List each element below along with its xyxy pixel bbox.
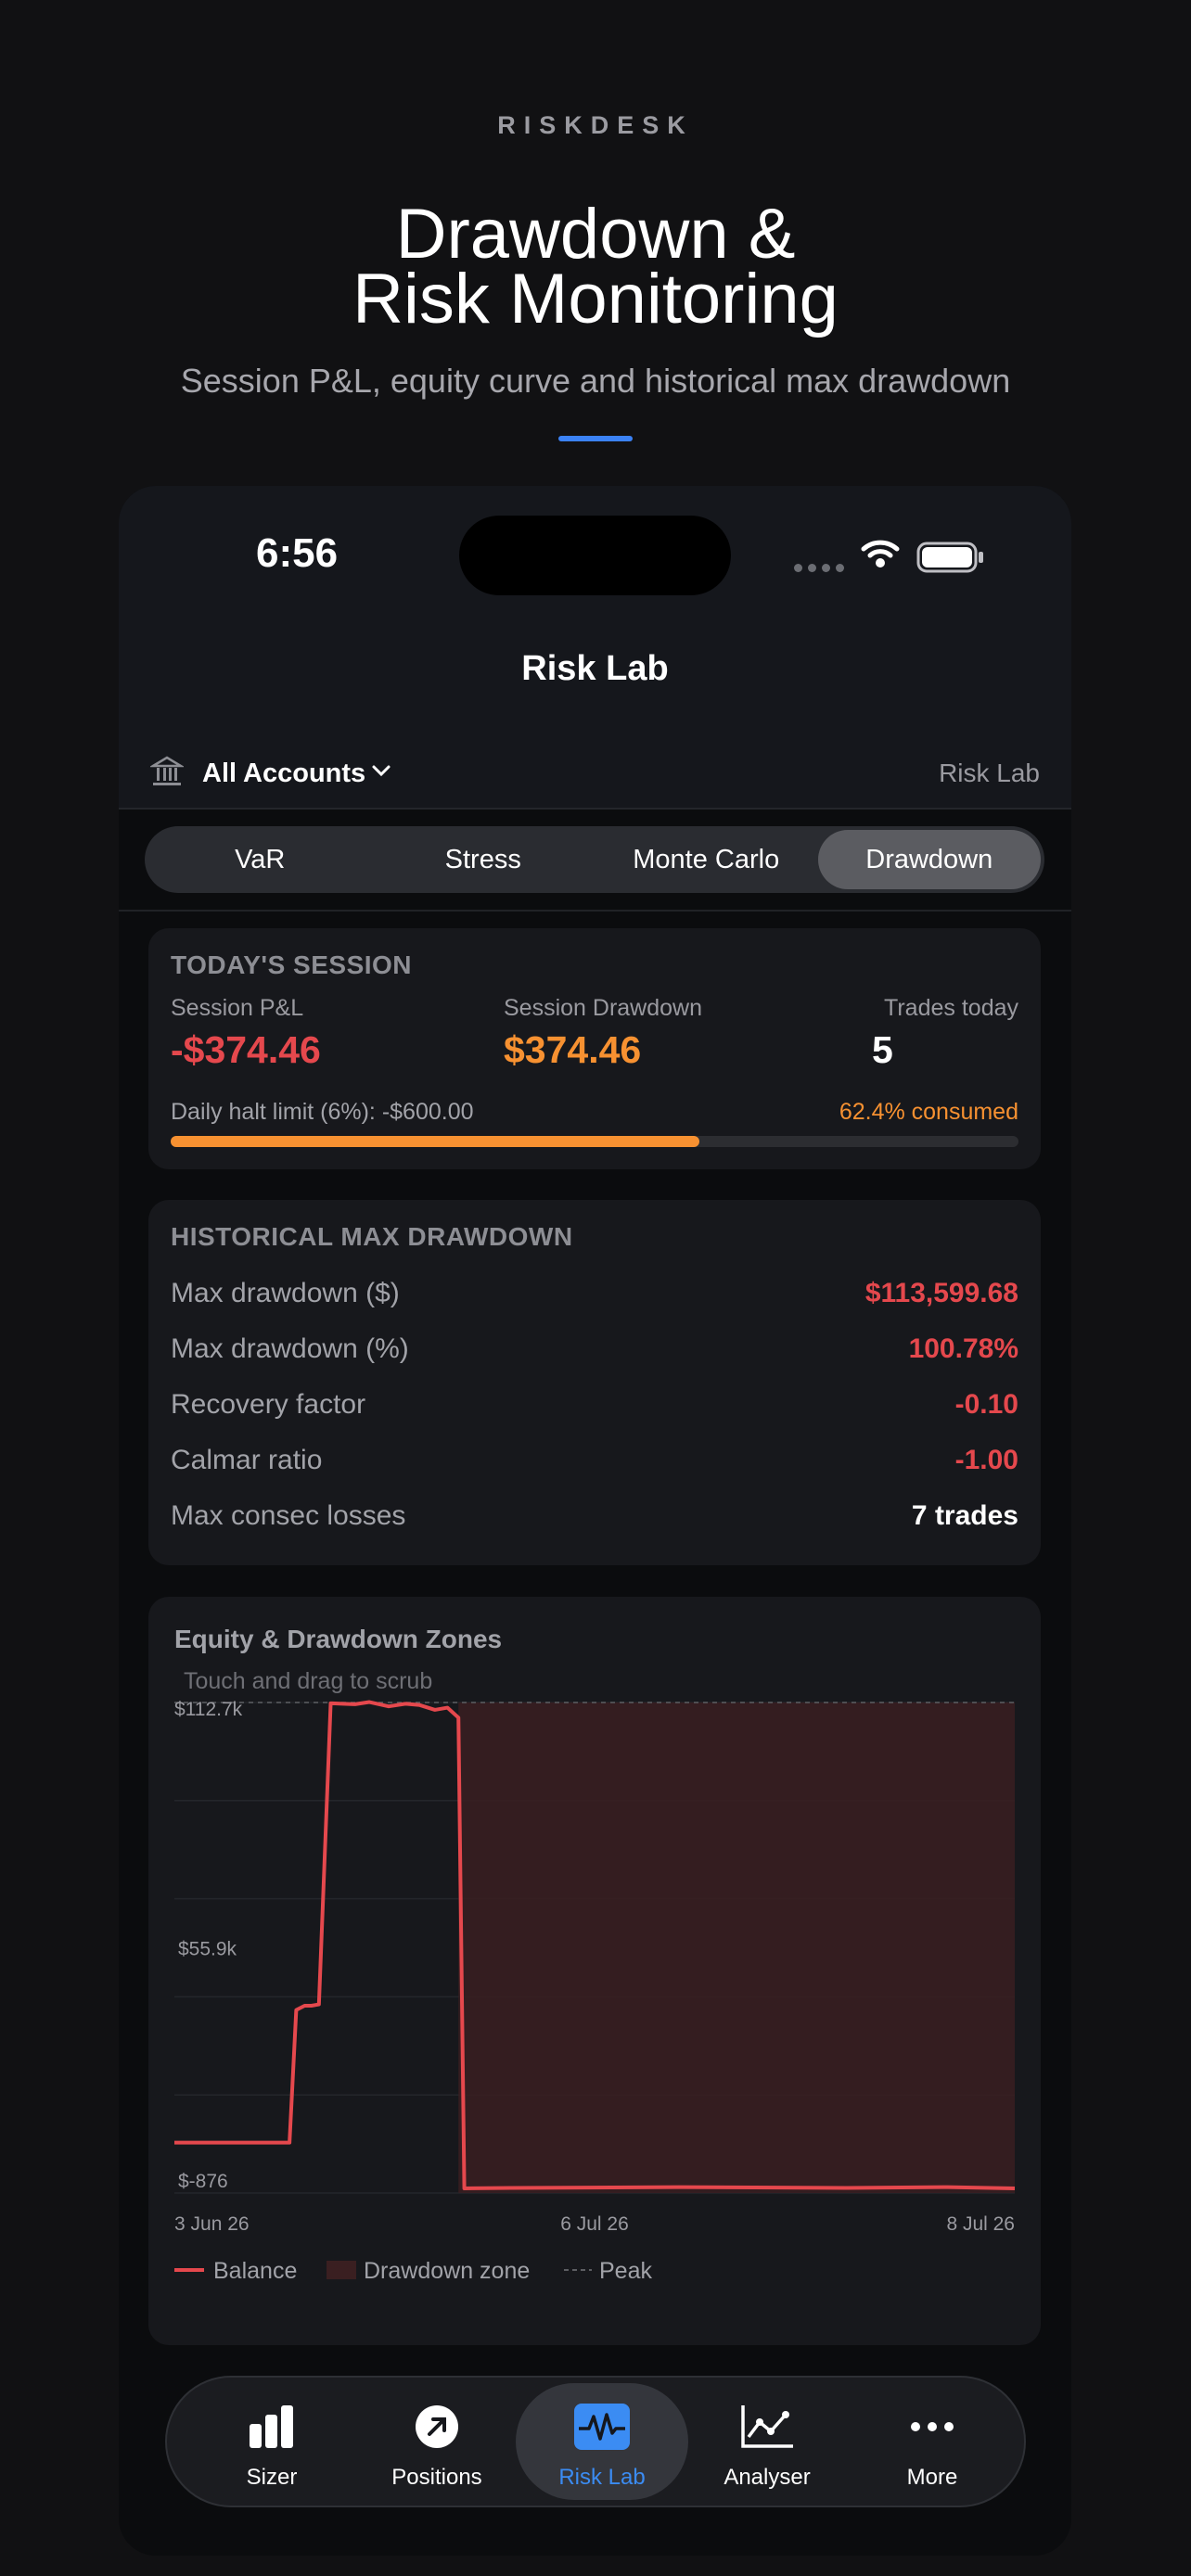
chevron-down-icon[interactable]	[371, 764, 391, 777]
tab-analyser-label: Analyser	[724, 2465, 811, 2490]
session-pnl-value: -$374.46	[171, 1028, 321, 1071]
historical-header: HISTORICAL MAX DRAWDOWN	[171, 1222, 573, 1251]
account-selector[interactable]: All Accounts	[202, 759, 365, 789]
chart-card: Equity & Drawdown Zones Touch and drag t…	[148, 1597, 1041, 2345]
hero-title-line2: Risk Monitoring	[352, 260, 839, 338]
tab-more[interactable]: More	[846, 2383, 1018, 2500]
halt-progress-fill	[171, 1136, 700, 1147]
navigation-header: 6:56 Risk Lab All Accounts Risk Lab	[119, 486, 1071, 808]
y-tick-label: $112.7k	[174, 1699, 243, 1720]
session-drawdown-value: $374.46	[504, 1028, 642, 1071]
hero-subtitle: Session P&L, equity curve and historical…	[180, 362, 1011, 400]
tab-positions[interactable]: Positions	[351, 2383, 523, 2500]
segment-monte-carlo[interactable]: Monte Carlo	[595, 830, 818, 889]
legend-drawdown-swatch	[327, 2261, 356, 2279]
max-consec-losses-value: 7 trades	[911, 1500, 1018, 1531]
equity-chart[interactable]: Equity & Drawdown Zones Touch and drag t…	[148, 1597, 1041, 2345]
session-card: TODAY'S SESSION Session P&L -$374.46 Ses…	[148, 928, 1041, 1169]
recovery-factor-label: Recovery factor	[171, 1389, 366, 1420]
dynamic-island	[459, 516, 731, 595]
session-pnl-label: Session P&L	[171, 995, 304, 1021]
max-consec-losses-label: Max consec losses	[171, 1500, 406, 1531]
consumed-label: 62.4% consumed	[839, 1099, 1018, 1125]
segment-divider	[119, 910, 1071, 912]
legend-balance-label: Balance	[213, 2258, 297, 2284]
legend-peak-label: Peak	[599, 2258, 652, 2284]
tab-risk-lab-label: Risk Lab	[558, 2465, 646, 2490]
max-drawdown-pct-value: 100.78%	[908, 1333, 1018, 1364]
historical-card: HISTORICAL MAX DRAWDOWN Max drawdown ($)…	[148, 1200, 1041, 1565]
header-divider	[119, 808, 1071, 810]
cellular-signal-icon	[794, 564, 844, 572]
calmar-ratio-value: -1.00	[954, 1445, 1018, 1475]
hero-title: Drawdown & Risk Monitoring	[0, 195, 1191, 338]
x-tick-label: 6 Jul 26	[560, 2213, 629, 2235]
halt-limit-label: Daily halt limit (6%): -$600.00	[171, 1099, 474, 1125]
x-tick-label: 8 Jul 26	[946, 2213, 1015, 2235]
tab-positions-label: Positions	[391, 2465, 482, 2490]
accent-divider	[558, 436, 633, 441]
calmar-ratio-label: Calmar ratio	[171, 1445, 323, 1475]
arrow-up-right-icon	[416, 2405, 458, 2448]
y-tick-label: $-876	[178, 2171, 228, 2192]
hero-title-line1: Drawdown &	[395, 195, 796, 274]
recovery-factor-value: -0.10	[954, 1389, 1018, 1420]
segment-var[interactable]: VaR	[148, 830, 372, 889]
tab-sizer-label: Sizer	[246, 2465, 298, 2490]
account-right-label: Risk Lab	[939, 759, 1040, 787]
max-drawdown-pct-label: Max drawdown (%)	[171, 1333, 409, 1364]
trades-today-value: 5	[872, 1028, 893, 1071]
drawdown-zone	[458, 1702, 1015, 2193]
tab-sizer[interactable]: Sizer	[186, 2383, 358, 2500]
max-drawdown-dollar-value: $113,599.68	[864, 1278, 1018, 1308]
chart-hint: Touch and drag to scrub	[184, 1668, 432, 1694]
session-drawdown-label: Session Drawdown	[504, 995, 702, 1021]
chart-title: Equity & Drawdown Zones	[174, 1625, 502, 1653]
wifi-icon	[861, 540, 900, 567]
max-drawdown-dollar-label: Max drawdown ($)	[171, 1278, 400, 1308]
bar-chart-icon	[250, 2405, 293, 2448]
account-row: All Accounts Risk Lab	[119, 751, 1071, 797]
segment-control: VaR Stress Monte Carlo Drawdown	[145, 826, 1044, 893]
halt-progress-bar	[171, 1136, 1018, 1147]
tab-more-label: More	[906, 2465, 958, 2490]
brand-label: RISKDESK	[497, 111, 694, 139]
tab-risk-lab[interactable]: Risk Lab	[516, 2383, 688, 2500]
battery-icon	[916, 542, 983, 573]
more-icon	[911, 2422, 954, 2431]
line-chart-icon	[741, 2405, 793, 2448]
pulse-icon	[574, 2404, 630, 2450]
segment-drawdown[interactable]: Drawdown	[817, 830, 1041, 889]
session-header: TODAY'S SESSION	[171, 950, 413, 979]
phone-frame: 6:56 Risk Lab All Accounts Risk Lab VaR …	[119, 486, 1071, 2556]
y-tick-label: $55.9k	[178, 1939, 237, 1960]
bank-icon	[150, 756, 184, 785]
legend-drawdown-label: Drawdown zone	[364, 2258, 530, 2284]
tab-bar: Sizer Positions Risk Lab Analyser More	[165, 2376, 1026, 2507]
x-tick-label: 3 Jun 26	[174, 2213, 250, 2235]
tab-analyser[interactable]: Analyser	[681, 2383, 853, 2500]
page-title: Risk Lab	[521, 649, 669, 688]
status-time: 6:56	[256, 530, 339, 576]
segment-stress[interactable]: Stress	[372, 830, 596, 889]
trades-today-label: Trades today	[884, 995, 1018, 1021]
